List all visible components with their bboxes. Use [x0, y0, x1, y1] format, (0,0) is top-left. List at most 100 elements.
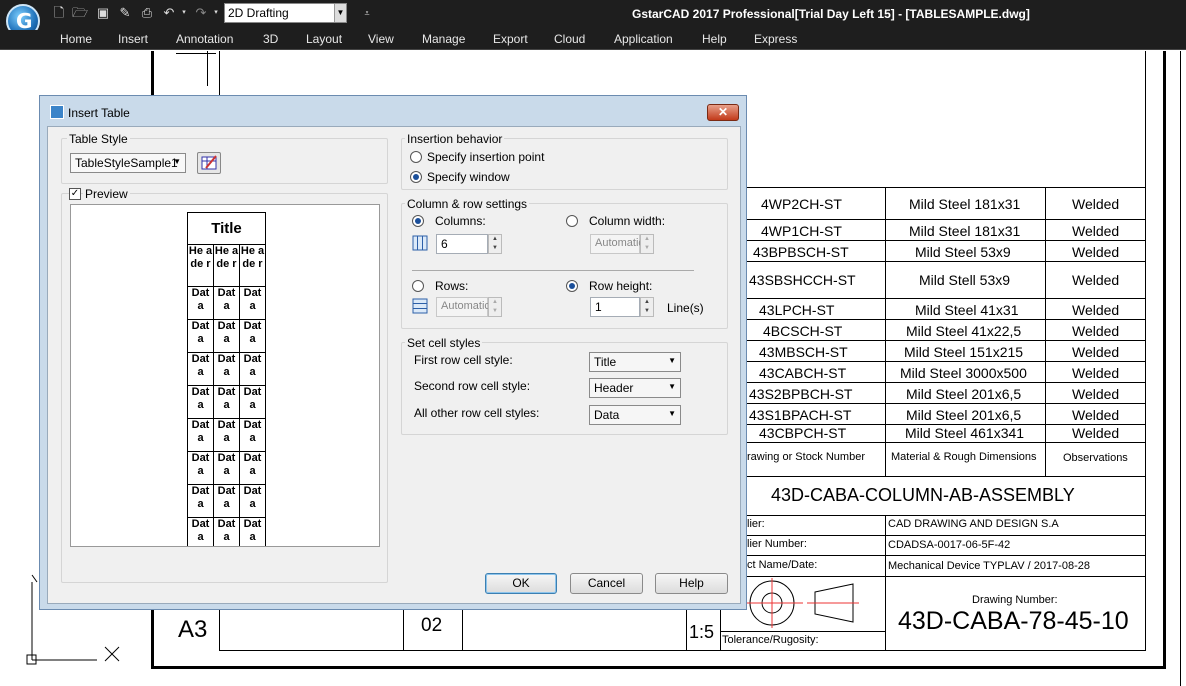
assembly-title: 43D-CABA-COLUMN-AB-ASSEMBLY [771, 485, 1075, 505]
preview-data-cell: Dat a [214, 386, 240, 419]
preview-data-cell: Dat a [188, 320, 214, 353]
chevron-down-icon: ▼ [668, 382, 676, 391]
print-icon[interactable]: ⎙ [140, 6, 154, 20]
table-line [747, 535, 1146, 536]
project-label: ct Name/Date: [747, 559, 818, 571]
preview-data-cell: Dat a [214, 353, 240, 386]
workspace-select[interactable]: 2D Drafting ▼ [224, 3, 347, 23]
insertion-window-label[interactable]: Specify window [427, 170, 510, 184]
rows-icon [412, 298, 428, 314]
tab-3d[interactable]: 3D [263, 32, 278, 46]
other-rows-style-select[interactable]: Data ▼ [589, 405, 681, 425]
tab-application[interactable]: Application [614, 32, 673, 46]
undo-icon[interactable]: ↶ [162, 6, 176, 20]
project-value: Mechanical Device TYPLAV / 2017-08-28 [888, 560, 1090, 572]
preview-data-cell: Dat a [188, 353, 214, 386]
table-line [403, 608, 404, 650]
columns-input[interactable]: 6 [436, 234, 488, 254]
row-height-spinner[interactable]: ▲ ▼ [640, 297, 654, 317]
column-width-spinner[interactable]: ▲ ▼ [640, 234, 654, 254]
edit-table-style-icon [201, 155, 217, 170]
supplier-number-value: CDADSA-0017-06-5F-42 [888, 539, 1011, 551]
insertion-point-label[interactable]: Specify insertion point [427, 150, 544, 164]
first-row-style-select[interactable]: Title ▼ [589, 352, 681, 372]
preview-data-cell: Dat a [188, 419, 214, 452]
table-line [747, 555, 1146, 556]
redo-icon[interactable]: ↷ [194, 6, 208, 20]
insert-table-dialog: Insert Table ✕ Table Style TableStyleSam… [39, 95, 747, 610]
chevron-down-icon: ▼ [668, 356, 676, 365]
second-row-style-select[interactable]: Header ▼ [589, 378, 681, 398]
row-height-input[interactable]: 1 [590, 297, 640, 317]
table-style-select[interactable]: TableStyleSample1 ▼ [70, 153, 186, 173]
redo-dropdown-icon[interactable]: ▾ [212, 6, 220, 20]
insertion-behavior-group: Insertion behavior Specify insertion poi… [401, 132, 728, 190]
table-row: 4WP1CH-ST Mild Steel 181x31 Welded [747, 220, 1146, 241]
preview-data-cell: Dat a [240, 320, 266, 353]
table-header-row: rawing or Stock Number Material & Rough … [747, 443, 1146, 477]
save-as-icon[interactable]: ✎ [118, 6, 132, 20]
ok-button[interactable]: OK [485, 573, 557, 594]
outer-border [1180, 51, 1181, 686]
row-height-label: Row height: [589, 279, 653, 293]
tab-help[interactable]: Help [702, 32, 727, 46]
dialog-body: Table Style TableStyleSample1 ▼ ✓ Preview… [47, 126, 741, 604]
table-row: 43S2BPBCH-ST Mild Steel 201x6,5 Welded [747, 383, 1146, 404]
tab-express[interactable]: Express [754, 32, 797, 46]
tab-manage[interactable]: Manage [422, 32, 465, 46]
tolerance-label: Tolerance/Rugosity: [722, 634, 819, 646]
table-row: 43MBSCH-ST Mild Steel 151x215 Welded [747, 341, 1146, 362]
table-style-dialog-button[interactable] [197, 152, 221, 174]
table-style-label: Table Style [67, 132, 130, 146]
preview-data-cell: Dat a [240, 419, 266, 452]
preview-group: ✓ Preview Title He ade r He ade r He ade… [61, 187, 388, 583]
other-rows-style-value: Data [594, 408, 620, 422]
preview-header-cell: He ade r [240, 245, 266, 287]
row-height-radio[interactable] [566, 280, 578, 292]
tab-layout[interactable]: Layout [306, 32, 342, 46]
preview-title-cell: Title [188, 213, 266, 245]
rows-spinner[interactable]: ▲ ▼ [488, 297, 502, 317]
table-line [720, 631, 885, 632]
tab-insert[interactable]: Insert [118, 32, 148, 46]
close-button[interactable]: ✕ [707, 104, 739, 121]
column-width-radio[interactable] [566, 215, 578, 227]
preview-data-cell: Dat a [240, 485, 266, 518]
chevron-down-icon: ▼ [334, 4, 346, 22]
annotation-underline [176, 53, 216, 54]
sheet-border-right [1163, 51, 1166, 669]
preview-data-cell: Dat a [214, 518, 240, 546]
customize-toolbar-icon[interactable]: ⩡ [360, 6, 374, 20]
table-line [462, 608, 463, 650]
undo-dropdown-icon[interactable]: ▾ [180, 6, 188, 20]
column-row-settings-group: Column & row settings Columns: Column wi… [401, 197, 728, 329]
chevron-down-icon: ▼ [668, 409, 676, 418]
preview-data-cell: Dat a [214, 485, 240, 518]
tab-annotation[interactable]: Annotation [176, 32, 233, 46]
insertion-point-radio[interactable] [410, 151, 422, 163]
cancel-button[interactable]: Cancel [570, 573, 643, 594]
rows-input[interactable]: Automatic [436, 297, 490, 317]
tab-export[interactable]: Export [493, 32, 528, 46]
projection-symbol-icon [745, 578, 859, 628]
preview-data-cell: Dat a [240, 287, 266, 320]
open-folder-icon[interactable]: 🗁 [72, 6, 88, 20]
sheet-number: 02 [421, 615, 443, 636]
first-row-style-value: Title [594, 355, 617, 369]
column-width-input[interactable]: Automatic [590, 234, 644, 254]
tab-view[interactable]: View [368, 32, 394, 46]
save-icon[interactable]: ▣ [96, 6, 110, 20]
help-button[interactable]: Help [655, 573, 728, 594]
insertion-window-radio[interactable] [410, 171, 422, 183]
preview-data-cell: Dat a [214, 287, 240, 320]
columns-radio[interactable] [412, 215, 424, 227]
columns-spinner[interactable]: ▲ ▼ [488, 234, 502, 254]
preview-header-cell: He ade r [188, 245, 214, 287]
tab-home[interactable]: Home [60, 32, 92, 46]
supplier-label: lier: [747, 518, 765, 530]
preview-data-cell: Dat a [188, 518, 214, 546]
preview-checkbox[interactable]: ✓ [69, 188, 81, 200]
new-file-icon[interactable]: 🗋 [52, 6, 66, 20]
tab-cloud[interactable]: Cloud [554, 32, 585, 46]
rows-radio[interactable] [412, 280, 424, 292]
